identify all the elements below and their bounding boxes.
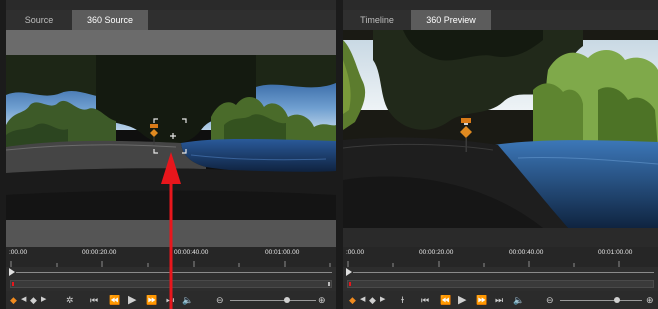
in-point-marker[interactable]	[349, 282, 351, 286]
out-point-marker[interactable]	[328, 282, 330, 286]
preview-tabbar: Timeline 360 Preview	[343, 10, 658, 30]
zoom-in-icon[interactable]: ⊕	[318, 293, 326, 307]
play-icon[interactable]: ▶	[458, 293, 466, 307]
preview-360-viewer[interactable]	[343, 30, 658, 228]
preview-keyframe-track[interactable]	[343, 267, 658, 291]
tab-source[interactable]: Source	[6, 10, 72, 30]
tab-360-source[interactable]: 360 Source	[72, 10, 148, 30]
zoom-out-icon[interactable]: ⊖	[216, 293, 224, 307]
annotation-arrow	[161, 152, 181, 309]
zoom-out-icon[interactable]: ⊖	[546, 293, 554, 307]
timecode-60: 00:01:00.00	[265, 249, 300, 256]
preview-scrub-bar[interactable]	[347, 280, 654, 288]
in-point-marker[interactable]	[12, 282, 14, 286]
go-to-start-icon[interactable]: ⏮	[90, 293, 98, 307]
keyframe-icon[interactable]: ◆	[30, 293, 37, 307]
volume-icon[interactable]: 🔈	[513, 293, 524, 307]
prev-keyframe-icon[interactable]: ◀	[360, 293, 365, 307]
tab-360-preview[interactable]: 360 Preview	[411, 10, 491, 30]
zoom-slider-knob[interactable]	[614, 297, 620, 303]
timecode-40: 00:00:40.00	[509, 249, 544, 256]
step-back-icon[interactable]: ⏪	[440, 293, 451, 307]
step-back-icon[interactable]: ⏪	[109, 293, 120, 307]
step-forward-icon[interactable]: ⏩	[476, 293, 487, 307]
timecode-0: :00.00	[346, 249, 365, 256]
timecode-20: 00:00:20.00	[419, 249, 454, 256]
zoom-slider[interactable]	[230, 300, 316, 301]
add-keyframe-icon[interactable]: ◆	[10, 293, 17, 307]
play-icon[interactable]: ▶	[128, 293, 136, 307]
next-keyframe-icon[interactable]: ▶	[41, 293, 46, 307]
preview-viewer-floor	[343, 228, 658, 247]
preview-time-ruler[interactable]: :00.00 00:00:20.00 00:00:40.00 00:01:00.…	[343, 247, 658, 261]
timecode-60: 00:01:00.00	[598, 249, 633, 256]
add-keyframe-icon[interactable]: ◆	[349, 293, 356, 307]
keyframe-icon[interactable]: ◆	[369, 293, 376, 307]
source-viewer-header	[6, 30, 336, 55]
perspective-scene	[343, 30, 658, 228]
source-tabbar: Source 360 Source	[6, 10, 336, 30]
timecode-20: 00:00:20.00	[82, 249, 117, 256]
zoom-in-icon[interactable]: ⊕	[646, 293, 654, 307]
zoom-slider[interactable]	[560, 300, 642, 301]
tab-timeline[interactable]: Timeline	[343, 10, 411, 30]
go-to-start-icon[interactable]: ⏮	[421, 293, 429, 307]
zoom-slider-knob[interactable]	[284, 297, 290, 303]
playhead-icon[interactable]	[345, 268, 353, 276]
source-panel: Source 360 Source:00.00 00:00:20.00 00:…	[6, 0, 336, 309]
go-to-end-icon[interactable]: ⏭	[495, 293, 503, 307]
next-keyframe-icon[interactable]: ▶	[380, 293, 385, 307]
prev-keyframe-icon[interactable]: ◀	[21, 293, 26, 307]
timecode-0: :00.00	[9, 249, 28, 256]
settings-icon[interactable]: ɫ	[401, 293, 404, 307]
keyframe-lane	[353, 272, 654, 273]
settings-icon[interactable]: ✲	[66, 293, 74, 307]
playhead-icon[interactable]	[8, 268, 16, 276]
preview-panel: Timeline 360 Preview:00.00 00:00:20.00 …	[343, 0, 658, 309]
preview-transport-bar: ◆ ◀ ◆ ▶ ɫ ⏮ ⏪ ▶ ⏩ ⏭ 🔈 ⊖ ⊕	[343, 291, 658, 309]
